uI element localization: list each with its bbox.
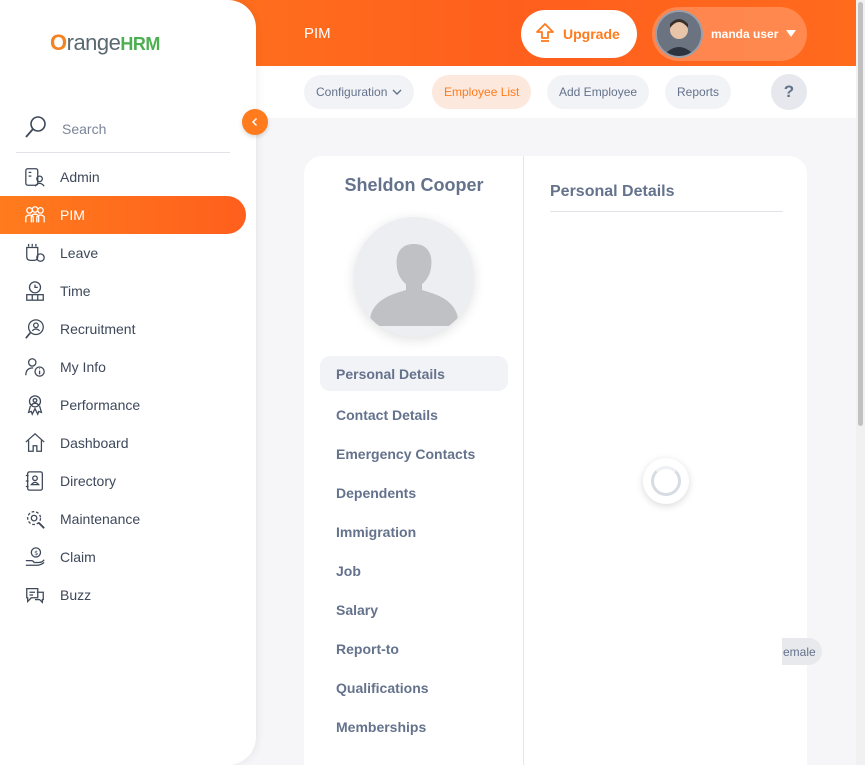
module-title: PIM (304, 25, 331, 42)
nav-add-employee-label: Add Employee (559, 85, 638, 99)
scrollbar-thumb[interactable] (858, 2, 863, 426)
sidebar-item-time[interactable]: Time (0, 272, 256, 310)
tab-dependents[interactable]: Dependents (320, 473, 508, 512)
employee-card: Sheldon Cooper Personal Details Contact … (304, 156, 807, 765)
sidebar-item-pim[interactable]: PIM (0, 196, 246, 234)
sidebar-collapse-button[interactable] (242, 109, 268, 135)
employee-tabs: Personal Details Contact Details Emergen… (320, 356, 508, 746)
sidebar-item-buzz[interactable]: Buzz (0, 576, 256, 614)
section-divider (550, 211, 783, 212)
sidebar-item-label: Dashboard (60, 435, 129, 451)
sidebar-item-label: Time (60, 283, 91, 299)
sidebar-item-label: Performance (60, 397, 141, 413)
sidebar-item-my-info[interactable]: My Info (0, 348, 256, 386)
tab-personal-details[interactable]: Personal Details (320, 356, 508, 391)
nav-employee-list-label: Employee List (444, 85, 520, 99)
chevron-left-icon (251, 117, 258, 127)
employee-name: Sheldon Cooper (344, 175, 484, 195)
sidebar-item-label: PIM (60, 207, 85, 223)
upgrade-button[interactable]: Upgrade (521, 10, 637, 58)
user-name: manda user (711, 27, 779, 41)
nav-configuration[interactable]: Configuration (304, 75, 415, 109)
avatar (655, 10, 703, 58)
tab-immigration[interactable]: Immigration (320, 512, 508, 551)
sidebar-item-label: Claim (60, 549, 96, 565)
maintenance-icon (27, 511, 45, 529)
sidebar-item-label: Buzz (60, 587, 92, 603)
sub-navigation: Configuration Employee List Add Employee… (256, 66, 856, 118)
sidebar-item-label: Recruitment (60, 321, 136, 337)
performance-icon (27, 395, 43, 416)
tab-report-to[interactable]: Report-to (320, 629, 508, 668)
tab-salary[interactable]: Salary (320, 590, 508, 629)
nav-employee-list[interactable]: Employee List (432, 75, 532, 109)
sidebar-item-recruitment[interactable]: Recruitment (0, 310, 256, 348)
sidebar: OrangeHRM Search Admin PIM Leave Time Re… (0, 0, 256, 765)
sidebar-item-label: Maintenance (60, 511, 141, 527)
time-icon (26, 281, 44, 301)
nav-reports[interactable]: Reports (665, 75, 732, 109)
sidebar-item-label: Admin (60, 169, 100, 185)
employee-photo[interactable] (354, 217, 474, 337)
buzz-icon (26, 587, 44, 604)
help-button[interactable]: ? (771, 74, 807, 110)
user-dropdown[interactable]: manda user (652, 7, 807, 61)
leave-icon (26, 243, 45, 262)
logo-o: O (50, 30, 67, 55)
person-silhouette-icon (370, 244, 458, 326)
search-label: Search (62, 121, 107, 137)
pim-icon (25, 206, 45, 223)
gender-chip-peek: emale (782, 638, 822, 665)
employee-profile-panel: Sheldon Cooper Personal Details Contact … (304, 156, 524, 765)
chevron-down-icon (392, 85, 402, 99)
sidebar-item-maintenance[interactable]: Maintenance (0, 500, 256, 538)
recruitment-icon (25, 319, 44, 339)
tab-emergency-contacts[interactable]: Emergency Contacts (320, 434, 508, 473)
spinner-ring (651, 466, 681, 496)
logo-text: range (66, 30, 121, 55)
tab-memberships[interactable]: Memberships (320, 707, 508, 746)
sidebar-item-claim[interactable]: $ Claim (0, 538, 256, 576)
admin-icon (25, 168, 45, 187)
tab-job[interactable]: Job (320, 551, 508, 590)
directory-icon (25, 471, 43, 491)
logo-hrm: HRM (120, 34, 160, 54)
sidebar-item-label: Directory (60, 473, 117, 489)
tab-qualifications[interactable]: Qualifications (320, 668, 508, 707)
claim-icon: $ (25, 547, 45, 566)
sidebar-item-label: My Info (60, 359, 106, 375)
sidebar-search[interactable]: Search (16, 106, 230, 153)
tab-contact-details[interactable]: Contact Details (320, 395, 508, 434)
upgrade-arrow-icon (535, 22, 555, 47)
sidebar-item-label: Leave (60, 245, 99, 261)
sidebar-item-performance[interactable]: Performance (0, 386, 256, 424)
sidebar-item-directory[interactable]: Directory (0, 462, 256, 500)
section-title: Personal Details (550, 183, 675, 200)
caret-down-icon (786, 25, 797, 43)
upgrade-label: Upgrade (563, 26, 620, 42)
nav-configuration-label: Configuration (316, 85, 388, 99)
sidebar-item-admin[interactable]: Admin (0, 158, 256, 196)
loading-spinner (643, 458, 689, 504)
orangehrm-logo[interactable]: OrangeHRM (50, 30, 160, 56)
svg-text:$: $ (34, 549, 38, 557)
my-info-icon (25, 358, 45, 377)
nav-reports-label: Reports (677, 85, 720, 99)
page-scrollbar[interactable] (856, 0, 865, 765)
main-menu: Admin PIM Leave Time Recruitment My Info… (0, 158, 256, 614)
search-icon (24, 115, 48, 144)
dashboard-icon (25, 432, 45, 452)
sidebar-item-leave[interactable]: Leave (0, 234, 256, 272)
sidebar-item-dashboard[interactable]: Dashboard (0, 424, 256, 462)
nav-add-employee[interactable]: Add Employee (547, 75, 650, 109)
